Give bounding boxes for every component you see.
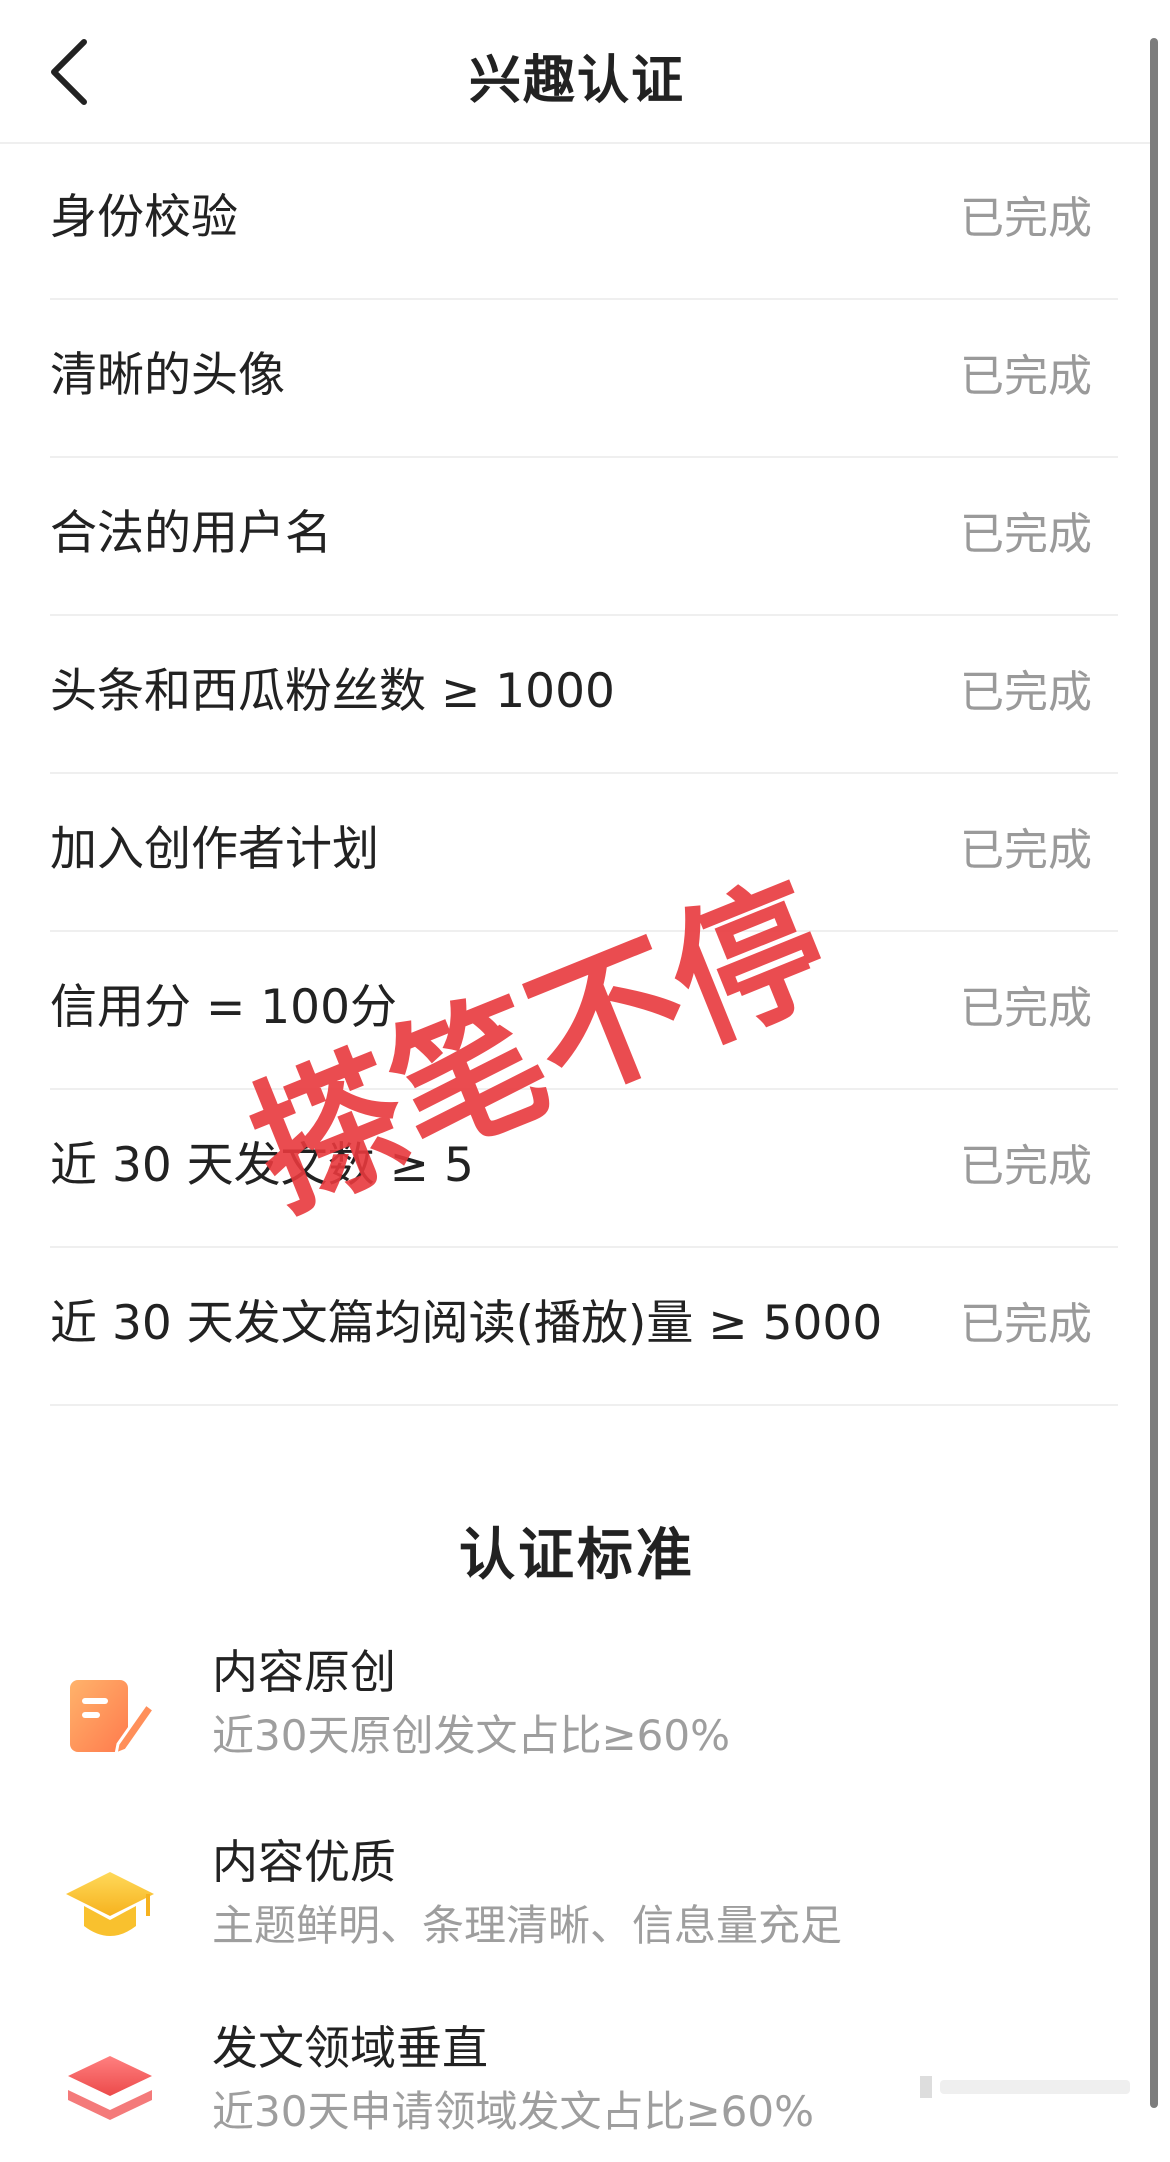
requirements-list: 身份校验 已完成 清晰的头像 已完成 合法的用户名 已完成 头条和西瓜粉丝数 ≥… [50, 142, 1118, 1406]
corner-watermark [920, 2076, 1130, 2098]
requirement-label: 近 30 天发文数 ≥ 5 [50, 1138, 474, 1193]
standard-desc: 主题鲜明、条理清晰、信息量充足 [212, 1901, 843, 1950]
requirement-label: 身份校验 [50, 190, 238, 245]
requirement-status: 已完成 [960, 983, 1092, 1034]
edit-note-icon [70, 1680, 156, 1756]
page-title: 兴趣认证 [468, 51, 685, 111]
requirement-label: 信用分 = 100分 [50, 980, 397, 1035]
requirement-status: 已完成 [960, 509, 1092, 560]
requirement-label: 近 30 天发文篇均阅读(播放)量 ≥ 5000 [50, 1296, 883, 1351]
graduation-cap-icon [66, 1872, 154, 1936]
requirement-status: 已完成 [960, 351, 1092, 402]
requirement-status: 已完成 [960, 1141, 1092, 1192]
requirement-row: 清晰的头像 已完成 [50, 300, 1118, 458]
requirement-row: 合法的用户名 已完成 [50, 458, 1118, 616]
standard-item-quality: 内容优质 主题鲜明、条理清晰、信息量充足 [60, 1826, 1100, 1976]
standard-item-originality: 内容原创 近30天原创发文占比≥60% [60, 1636, 1100, 1786]
requirement-status: 已完成 [960, 667, 1092, 718]
requirement-label: 加入创作者计划 [50, 822, 379, 877]
requirement-row: 信用分 = 100分 已完成 [50, 932, 1118, 1090]
requirement-row: 近 30 天发文数 ≥ 5 已完成 [50, 1090, 1118, 1248]
standard-desc: 近30天原创发文占比≥60% [212, 1711, 730, 1760]
standard-desc: 近30天申请领域发文占比≥60% [212, 2087, 814, 2136]
standards-title: 认证标准 [459, 1523, 695, 1588]
layers-icon [68, 2056, 152, 2120]
requirement-row: 身份校验 已完成 [50, 142, 1118, 300]
requirement-label: 清晰的头像 [50, 348, 285, 403]
standard-title: 内容原创 [212, 1645, 396, 1699]
requirement-status: 已完成 [960, 193, 1092, 244]
nav-bar: 兴趣认证 [0, 0, 1154, 144]
requirement-label: 头条和西瓜粉丝数 ≥ 1000 [50, 664, 615, 719]
standard-title: 发文领域垂直 [212, 2021, 488, 2075]
requirement-status: 已完成 [960, 1299, 1092, 1350]
standard-title: 内容优质 [212, 1835, 396, 1889]
requirement-row: 近 30 天发文篇均阅读(播放)量 ≥ 5000 已完成 [50, 1248, 1118, 1406]
requirement-label: 合法的用户名 [50, 506, 332, 561]
requirement-row: 头条和西瓜粉丝数 ≥ 1000 已完成 [50, 616, 1118, 774]
scrollbar[interactable] [1150, 38, 1158, 2108]
requirement-status: 已完成 [960, 825, 1092, 876]
requirement-row: 加入创作者计划 已完成 [50, 774, 1118, 932]
